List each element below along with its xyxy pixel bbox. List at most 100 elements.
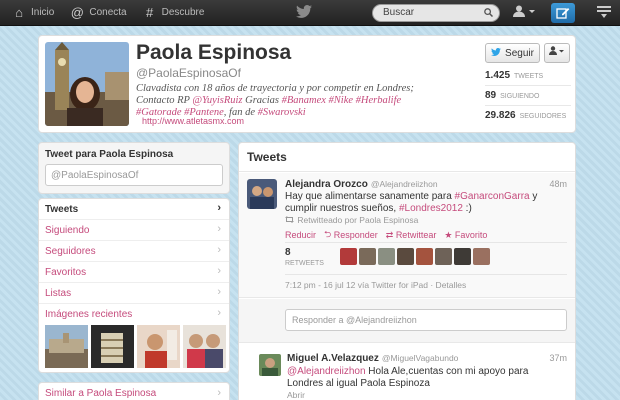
tweet-author[interactable]: Alejandra Orozco @Alejandreiizhon bbox=[285, 179, 438, 190]
retweet-count-label: RETWEETS bbox=[285, 260, 324, 267]
stat-following[interactable]: 89 SIGUIENDO bbox=[485, 90, 539, 101]
stat-tweets-label: TWEETS bbox=[514, 73, 544, 80]
hashtag-icon: # bbox=[145, 4, 154, 20]
nav-discover[interactable]: # Descubre bbox=[143, 0, 205, 26]
profile-url-link[interactable]: http://www.atletasmx.com bbox=[142, 116, 244, 126]
reply-action[interactable]: ⮌ Responder bbox=[324, 227, 378, 243]
stat-tweets[interactable]: 1.425 TWEETS bbox=[485, 70, 543, 81]
nav-followers-label: Seguidores bbox=[45, 246, 96, 257]
profile-handle: @PaolaEspinosaOf bbox=[136, 66, 241, 80]
nav-home[interactable]: ⌂ Inicio bbox=[12, 0, 54, 26]
tweet-item[interactable]: Alejandra Orozco @Alejandreiizhon 48m Hay… bbox=[239, 173, 575, 298]
nav-discover-label: Descubre bbox=[161, 7, 205, 18]
stat-followers-value: 29.826 bbox=[485, 110, 516, 121]
tweet-avatar[interactable] bbox=[259, 354, 281, 376]
tweet-timestamp[interactable]: 37m bbox=[549, 353, 567, 363]
nav-followers[interactable]: Seguidores › bbox=[39, 241, 229, 262]
reply-input[interactable]: Responder a @Alejandreiizhon bbox=[285, 309, 567, 331]
collapse-action[interactable]: Reducir bbox=[285, 227, 316, 243]
nav-recent-images[interactable]: Imágenes recientes › bbox=[39, 304, 229, 325]
open-tweet-link[interactable]: Abrir bbox=[287, 390, 305, 400]
bio-hashtags-3[interactable]: #Swarovski bbox=[258, 107, 306, 118]
nav-home-label: Inicio bbox=[31, 7, 55, 18]
tweet-text-part: :) bbox=[462, 203, 472, 214]
person-icon bbox=[549, 46, 565, 58]
twitter-bird-icon[interactable] bbox=[296, 5, 312, 21]
compose-tweet-button[interactable] bbox=[551, 3, 575, 23]
tweet-to-input[interactable]: @PaolaEspinosaOf bbox=[45, 164, 223, 186]
stat-followers-label: SEGUIDORES bbox=[519, 113, 567, 120]
retweeter-avatar[interactable] bbox=[416, 248, 433, 265]
bio-line-1: Clavadista con 18 años de trayectoria y … bbox=[136, 83, 414, 94]
tweet-author[interactable]: Miguel A.Velazquez @MiguelVagabundo bbox=[287, 353, 458, 364]
recent-image-thumbnail[interactable] bbox=[45, 325, 88, 368]
profile-navigation: Tweets › Siguiendo › Seguidores › Favori… bbox=[38, 198, 230, 373]
nav-following[interactable]: Siguiendo › bbox=[39, 220, 229, 241]
stat-followers[interactable]: 29.826 SEGUIDORES bbox=[485, 110, 566, 121]
bio-mention-link[interactable]: @YuyisRuiz bbox=[192, 95, 242, 106]
tweet-item[interactable]: Miguel A.Velazquez @MiguelVagabundo 37m @… bbox=[239, 344, 575, 400]
chevron-right-icon: › bbox=[217, 244, 221, 256]
retweeter-avatar[interactable] bbox=[340, 248, 357, 265]
user-actions-dropdown[interactable] bbox=[544, 43, 570, 63]
nav-favorites[interactable]: Favoritos › bbox=[39, 262, 229, 283]
search-placeholder: Buscar bbox=[383, 7, 415, 18]
hashtag-link[interactable]: #GanarconGarra bbox=[455, 191, 530, 202]
chevron-right-icon: › bbox=[217, 202, 221, 214]
retweet-action[interactable]: ⇄ Retwittear bbox=[386, 227, 437, 243]
hashtag-link[interactable]: #Londres2012 bbox=[399, 203, 463, 214]
chevron-right-icon: › bbox=[217, 387, 221, 399]
profile-bio: Clavadista con 18 años de trayectoria y … bbox=[136, 83, 428, 119]
user-menu-icon[interactable] bbox=[513, 5, 535, 20]
retweeter-avatar[interactable] bbox=[435, 248, 452, 265]
tweet-text: @Alejandreiizhon Hola Ale,cuentas con mi… bbox=[287, 366, 557, 390]
nav-tweets[interactable]: Tweets › bbox=[39, 199, 229, 220]
retweeter-avatar[interactable] bbox=[473, 248, 490, 265]
tweet-to-title: Tweet para Paola Espinosa bbox=[45, 149, 174, 160]
profile-header-card: Paola Espinosa @PaolaEspinosaOf Clavadis… bbox=[38, 35, 576, 133]
profile-name: Paola Espinosa bbox=[136, 41, 292, 64]
nav-favorites-label: Favoritos bbox=[45, 267, 87, 278]
recent-image-thumbnail[interactable] bbox=[183, 325, 226, 368]
home-icon: ⌂ bbox=[15, 4, 23, 20]
tweet-author-handle: @Alejandreiizhon bbox=[370, 179, 438, 189]
tweet-to-user-box: Tweet para Paola Espinosa @PaolaEspinosa… bbox=[38, 142, 230, 194]
reply-icon: ⮌ bbox=[324, 229, 334, 239]
recent-image-thumbnail[interactable] bbox=[91, 325, 134, 368]
stat-following-value: 89 bbox=[485, 90, 497, 101]
tweet-meta[interactable]: 7:12 pm - 16 jul 12 vía Twitter for iPad… bbox=[285, 280, 466, 290]
retweeter-avatar[interactable] bbox=[397, 248, 414, 265]
retweeters-avatars bbox=[340, 248, 490, 265]
bio-hashtags-1[interactable]: #Banamex #Nike #Herbalife bbox=[282, 95, 402, 106]
profile-avatar[interactable] bbox=[45, 42, 129, 126]
nav-connect[interactable]: @ Conecta bbox=[70, 0, 127, 26]
retweeter-avatar[interactable] bbox=[378, 248, 395, 265]
star-icon: ★ bbox=[444, 229, 455, 240]
nav-tweets-label: Tweets bbox=[45, 204, 79, 215]
similar-to-link[interactable]: Similar a Paola Espinosa › bbox=[38, 382, 230, 400]
retweeted-by-label: Retwitteado por Paola Espinosa bbox=[297, 215, 419, 225]
mention-link[interactable]: @Alejandreiizhon bbox=[287, 366, 366, 377]
settings-menu-icon[interactable] bbox=[597, 6, 611, 21]
search-input[interactable]: Buscar bbox=[372, 4, 500, 22]
nav-lists[interactable]: Listas › bbox=[39, 283, 229, 304]
tweet-timestamp[interactable]: 48m bbox=[549, 179, 567, 189]
tweets-timeline: Tweets Alejandra Orozco @Alejandreiizhon … bbox=[238, 142, 576, 400]
retweet-small-icon bbox=[285, 215, 297, 225]
search-icon[interactable] bbox=[484, 7, 494, 23]
at-icon: @ bbox=[70, 4, 84, 20]
follow-button-label: Seguir bbox=[505, 47, 534, 59]
follow-button[interactable]: Seguir bbox=[485, 43, 540, 63]
tweet-avatar[interactable] bbox=[247, 179, 277, 209]
nav-lists-label: Listas bbox=[45, 288, 72, 299]
nav-connect-label: Conecta bbox=[89, 7, 127, 18]
chevron-right-icon: › bbox=[217, 223, 221, 235]
retweet-count[interactable]: 8 bbox=[285, 247, 291, 258]
tweet-author-handle: @MiguelVagabundo bbox=[381, 353, 459, 363]
tweet-text-part: Hay que alimentarse sanamente para bbox=[285, 191, 455, 202]
retweeter-avatar[interactable] bbox=[359, 248, 376, 265]
chevron-right-icon: › bbox=[217, 286, 221, 298]
retweeter-avatar[interactable] bbox=[454, 248, 471, 265]
recent-image-thumbnail[interactable] bbox=[137, 325, 180, 368]
favorite-action[interactable]: ★ Favorito bbox=[444, 227, 487, 243]
